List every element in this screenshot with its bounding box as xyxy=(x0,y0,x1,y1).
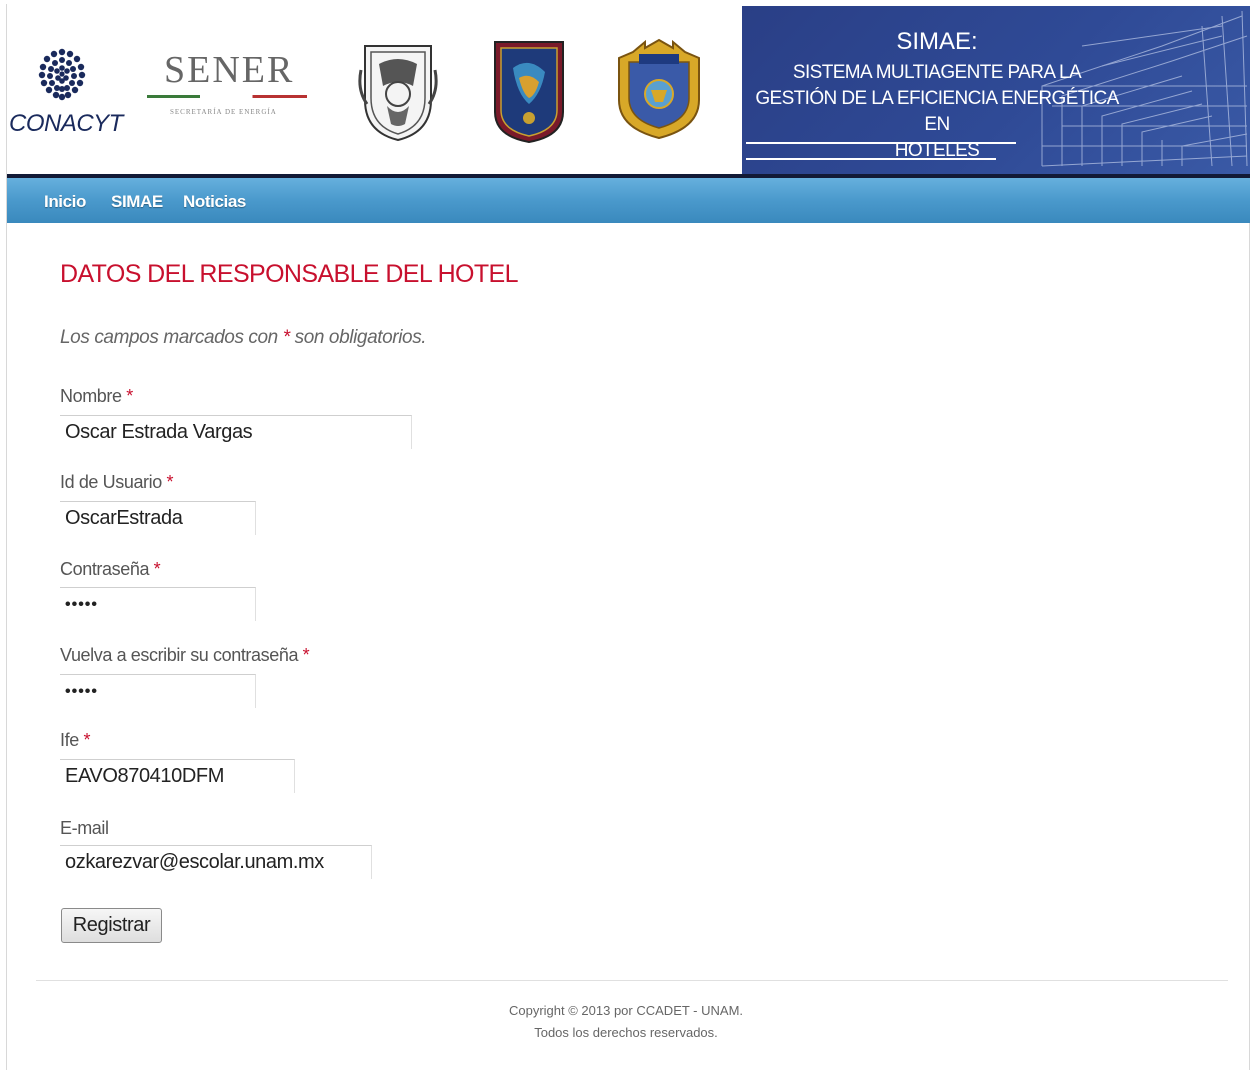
registrar-button[interactable]: Registrar xyxy=(61,908,162,943)
banner-title: SIMAE: xyxy=(896,28,978,55)
required-star: * xyxy=(282,327,290,348)
label-text: Contraseña xyxy=(60,559,150,579)
required-star: * xyxy=(83,730,91,750)
label-text: Nombre xyxy=(60,386,122,406)
sener-flag-line xyxy=(147,95,307,98)
conacyt-logo: CONACYT xyxy=(7,42,123,142)
usuario-input[interactable] xyxy=(60,501,256,535)
banner-subtitle: SISTEMA MULTIAGENTE PARA LA GESTIÓN DE L… xyxy=(742,60,1132,164)
banner-divider xyxy=(746,158,996,160)
simae-banner: SIMAE: SISTEMA MULTIAGENTE PARA LA GESTI… xyxy=(742,6,1250,174)
required-star: * xyxy=(126,386,133,406)
site-header: CONACYT SENER SECRETARÍA DE ENERGÍA SIMA… xyxy=(7,4,1250,174)
footer-copyright: Copyright © 2013 por CCADET - UNAM. xyxy=(508,1003,744,1018)
label-text: Ife xyxy=(60,730,79,750)
uv-shield-icon xyxy=(615,38,703,140)
ipn-shield-icon xyxy=(491,38,567,146)
banner-subtitle-line: SISTEMA MULTIAGENTE PARA LA xyxy=(792,62,1082,83)
banner-subtitle-line: GESTIÓN DE LA EFICIENCIA ENERGÉTICA EN xyxy=(755,88,1119,135)
unam-shield-icon xyxy=(357,40,439,144)
partner-logos: CONACYT SENER SECRETARÍA DE ENERGÍA xyxy=(7,4,742,174)
nav-item-simae[interactable]: SIMAE xyxy=(111,192,163,212)
footer-rights: Todos los derechos reservados. xyxy=(534,1025,718,1040)
footer-divider xyxy=(36,980,1228,981)
page-title: DATOS DEL RESPONSABLE DEL HOTEL xyxy=(60,260,519,288)
required-star: * xyxy=(153,559,161,579)
main-nav: Inicio SIMAE Noticias xyxy=(7,178,1250,223)
nombre-input[interactable] xyxy=(60,415,412,449)
email-label: E-mail xyxy=(60,818,109,839)
conacyt-label: CONACYT xyxy=(9,110,123,137)
password-label: Contraseña * xyxy=(60,559,161,580)
ife-label: Ife * xyxy=(60,730,90,751)
required-star: * xyxy=(302,645,310,665)
password-confirm-input[interactable] xyxy=(60,674,256,708)
label-text: E-mail xyxy=(60,818,109,838)
ife-input[interactable] xyxy=(60,759,295,793)
password-input[interactable] xyxy=(60,587,256,621)
required-note-text: son obligatorios. xyxy=(289,327,427,348)
usuario-label: Id de Usuario * xyxy=(60,472,173,493)
required-note-text: Los campos marcados con xyxy=(60,327,283,348)
sener-label: SENER xyxy=(164,49,295,91)
banner-divider xyxy=(746,142,1016,144)
required-note: Los campos marcados con * son obligatori… xyxy=(60,327,427,349)
required-star: * xyxy=(166,472,174,492)
label-text: Id de Usuario xyxy=(60,472,162,492)
sener-logo: SENER SECRETARÍA DE ENERGÍA xyxy=(142,48,312,128)
password-confirm-label: Vuelva a escribir su contraseña * xyxy=(60,645,310,666)
conacyt-dots-icon xyxy=(38,48,86,101)
nav-item-inicio[interactable]: Inicio xyxy=(44,192,86,212)
nav-item-noticias[interactable]: Noticias xyxy=(183,192,246,212)
email-input[interactable] xyxy=(60,845,372,879)
sener-sublabel: SECRETARÍA DE ENERGÍA xyxy=(170,108,277,116)
label-text: Vuelva a escribir su contraseña xyxy=(60,645,299,665)
nombre-label: Nombre * xyxy=(60,386,133,407)
